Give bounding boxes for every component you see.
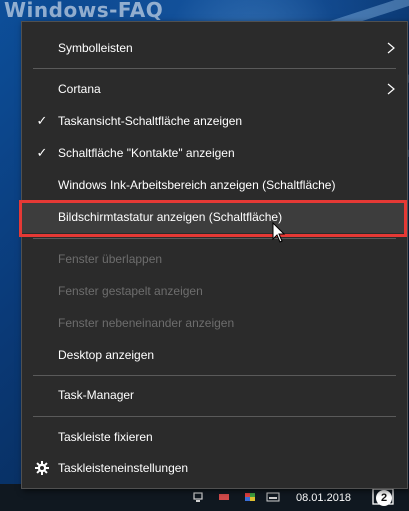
menu-item-label: Task-Manager (58, 388, 135, 402)
menu-item-label: Taskansicht-Schaltfläche anzeigen (58, 114, 243, 128)
menu-item-taskleisteneinstellungen[interactable]: Taskleisteneinstellungen (22, 452, 407, 484)
menu-item-label: Fenster nebeneinander anzeigen (58, 316, 235, 330)
keyboard-icon[interactable] (266, 491, 280, 503)
taskbar-date[interactable]: 08.01.2018 (296, 492, 351, 504)
menu-item-task-manager[interactable]: Task-Manager (22, 379, 407, 411)
menu-item-fenster-nebeneinander: Fenster nebeneinander anzeigen (22, 307, 407, 339)
menu-item-taskansicht[interactable]: ✓ Taskansicht-Schaltfläche anzeigen (22, 105, 407, 137)
mouse-cursor-icon (272, 222, 286, 243)
menu-item-label: Taskleiste fixieren (58, 430, 153, 444)
checkmark-icon: ✓ (36, 113, 48, 128)
menu-item-label: Symbolleisten (58, 41, 133, 55)
gear-icon (35, 461, 49, 475)
taskbar-context-menu: Symbolleisten Cortana ✓ Taskansicht-Scha… (21, 21, 408, 489)
menu-separator (33, 238, 396, 239)
network-icon[interactable] (192, 491, 204, 503)
menu-item-label: Desktop anzeigen (58, 348, 155, 362)
menu-separator (33, 375, 396, 376)
menu-item-label: Cortana (58, 82, 101, 96)
menu-item-cortana[interactable]: Cortana (22, 73, 407, 105)
menu-item-label: Taskleisteneinstellungen (58, 461, 189, 475)
menu-item-kontakte[interactable]: ✓ Schaltfläche "Kontakte" anzeigen (22, 137, 407, 169)
chevron-right-icon (387, 42, 395, 54)
notification-count-badge: 2 (376, 490, 392, 506)
menu-item-label: Fenster gestapelt anzeigen (58, 284, 203, 298)
menu-item-symbolleisten[interactable]: Symbolleisten (22, 32, 407, 64)
menu-item-label: Schaltfläche "Kontakte" anzeigen (58, 146, 235, 160)
checkmark-icon: ✓ (36, 145, 48, 160)
menu-separator (33, 416, 396, 417)
flag-icon[interactable] (244, 491, 256, 503)
menu-item-fenster-gestapelt: Fenster gestapelt anzeigen (22, 275, 407, 307)
menu-item-taskleiste-fixieren[interactable]: Taskleiste fixieren (22, 421, 407, 453)
highlight-annotation-box (19, 200, 407, 237)
menu-item-desktop-anzeigen[interactable]: Desktop anzeigen (22, 339, 407, 371)
menu-item-fenster-ueberlappen: Fenster überlappen (22, 243, 407, 275)
menu-item-label: Windows Ink-Arbeitsbereich anzeigen (Sch… (58, 178, 336, 192)
menu-item-windows-ink[interactable]: Windows Ink-Arbeitsbereich anzeigen (Sch… (22, 169, 407, 201)
chevron-right-icon (387, 83, 395, 95)
menu-item-label: Fenster überlappen (58, 252, 163, 266)
watermark-logo: Windows-FAQ (4, 0, 164, 22)
menu-separator (33, 68, 396, 69)
battery-warning-icon[interactable] (218, 491, 230, 503)
